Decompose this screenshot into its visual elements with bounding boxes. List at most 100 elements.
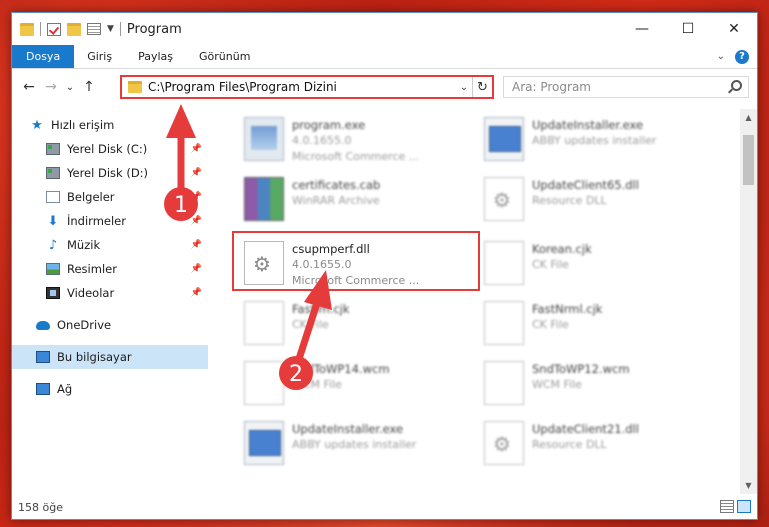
back-button[interactable]: ←	[18, 79, 40, 95]
disk-icon	[46, 143, 60, 155]
minimize-button[interactable]: —	[619, 13, 665, 45]
sidebar-item-onedrive[interactable]: OneDrive	[12, 313, 208, 337]
file-type: ABBY updates installer	[292, 438, 417, 451]
pin-icon[interactable]: 📌	[191, 240, 202, 250]
window-title: Program	[126, 21, 182, 37]
file-icon	[484, 361, 524, 405]
file-type: CK File	[532, 258, 569, 271]
pin-icon[interactable]: 📌	[191, 264, 202, 274]
file-item[interactable]: program.exe 4.0.1655.0 Microsoft Commerc…	[238, 115, 468, 175]
file-item[interactable]: FastIm.cjk CK File	[238, 299, 468, 359]
file-item[interactable]: UpdateInstaller.exe ABBY updates install…	[478, 115, 708, 175]
tab-share[interactable]: Paylaş	[125, 45, 186, 68]
chevron-down-icon[interactable]: ⌄	[717, 51, 725, 62]
tab-view[interactable]: Görünüm	[186, 45, 263, 68]
music-icon: ♪	[48, 237, 58, 253]
disk-icon	[46, 167, 60, 179]
properties-icon[interactable]	[87, 23, 101, 35]
file-name: UpdateClient65.dll	[532, 178, 639, 192]
file-item[interactable]: certificates.cab WinRAR Archive	[238, 175, 468, 235]
sidebar-item-network[interactable]: Ağ	[12, 377, 208, 401]
sidebar-item-local-disk-d[interactable]: Yerel Disk (D:) 📌	[12, 161, 208, 185]
address-dropdown-button[interactable]: ⌄	[456, 82, 472, 93]
sidebar-item-label: Müzik	[67, 238, 101, 252]
scroll-down-icon[interactable]: ▼	[740, 477, 757, 494]
sidebar-item-quick-access[interactable]: ★ Hızlı erişim	[12, 113, 208, 137]
file-type: Resource DLL	[532, 438, 607, 451]
refresh-button[interactable]: ↻	[472, 77, 492, 97]
file-company: Microsoft Commerce ...	[292, 150, 420, 163]
file-item[interactable]: UpdateInstaller.exe ABBY updates install…	[238, 419, 468, 479]
new-folder-icon[interactable]	[67, 22, 81, 36]
up-button[interactable]: ↑	[78, 79, 100, 95]
properties-check-icon[interactable]	[47, 22, 61, 36]
tab-file[interactable]: Dosya	[12, 45, 75, 68]
quick-access-toolbar: ▼	[12, 22, 121, 36]
tab-home[interactable]: Giriş	[74, 45, 125, 68]
installer-icon	[484, 117, 524, 161]
pictures-icon	[46, 263, 60, 275]
folder-icon	[128, 81, 142, 93]
customize-toolbar-chevron-icon[interactable]: ▼	[107, 24, 114, 34]
vertical-scrollbar[interactable]: ▲ ▼	[740, 109, 757, 494]
exe-icon	[244, 117, 284, 161]
sidebar-item-label: İndirmeler	[67, 214, 126, 228]
file-icon	[484, 241, 524, 285]
file-item[interactable]: SndToWP14.wcm WCM File	[238, 359, 468, 419]
toolbar-separator	[40, 22, 41, 36]
file-type: WCM File	[292, 378, 342, 391]
sidebar-item-label: Videolar	[67, 286, 115, 300]
search-placeholder: Ara: Program	[512, 80, 591, 94]
sidebar-item-documents[interactable]: Belgeler 📌	[12, 185, 208, 209]
maximize-button[interactable]: ☐	[665, 13, 711, 45]
file-icon	[244, 301, 284, 345]
sidebar-item-pictures[interactable]: Resimler 📌	[12, 257, 208, 281]
sidebar-item-label: Yerel Disk (D:)	[67, 166, 149, 180]
sidebar-item-local-disk-c[interactable]: Yerel Disk (C:) 📌	[12, 137, 208, 161]
file-list: program.exe 4.0.1655.0 Microsoft Commerc…	[208, 109, 743, 494]
address-path[interactable]: C:\Program Files\Program Dizini	[148, 80, 456, 94]
file-item[interactable]: UpdateClient65.dll Resource DLL	[478, 175, 708, 235]
sidebar-item-this-pc[interactable]: Bu bilgisayar	[12, 345, 208, 369]
file-name: Korean.cjk	[532, 242, 592, 256]
ribbon-tabs: Dosya Giriş Paylaş Görünüm ⌄ ?	[12, 45, 757, 69]
sidebar-item-music[interactable]: ♪ Müzik 📌	[12, 233, 208, 257]
view-toggles	[720, 500, 751, 513]
search-icon[interactable]	[731, 80, 742, 91]
dll-icon	[484, 177, 524, 221]
file-item[interactable]: UpdateClient21.dll Resource DLL	[478, 419, 708, 479]
details-view-icon[interactable]	[720, 500, 734, 513]
sidebar-item-videos[interactable]: Videolar 📌	[12, 281, 208, 305]
dll-icon	[484, 421, 524, 465]
file-name: FastIm.cjk	[292, 302, 350, 316]
sidebar-item-label: Yerel Disk (C:)	[67, 142, 148, 156]
pin-icon[interactable]: 📌	[191, 216, 202, 226]
computer-icon	[36, 351, 50, 363]
file-icon	[484, 301, 524, 345]
search-input[interactable]: Ara: Program	[503, 76, 749, 98]
sidebar-item-label: Resimler	[67, 262, 117, 276]
pin-icon[interactable]: 📌	[191, 144, 202, 154]
file-item[interactable]: SndToWP12.wcm WCM File	[478, 359, 708, 419]
ribbon-right-controls: ⌄ ?	[717, 45, 757, 68]
sidebar-item-label: OneDrive	[57, 318, 112, 332]
folder-icon[interactable]	[20, 22, 34, 36]
recent-locations-button[interactable]: ⌄	[62, 82, 78, 93]
file-icon	[244, 361, 284, 405]
pin-icon[interactable]: 📌	[191, 192, 202, 202]
forward-button[interactable]: →	[40, 79, 62, 95]
toolbar-separator	[119, 22, 121, 36]
scroll-up-icon[interactable]: ▲	[740, 109, 757, 126]
file-item[interactable]: FastNrml.cjk CK File	[478, 299, 708, 359]
pin-icon[interactable]: 📌	[191, 168, 202, 178]
title-bar: ▼ Program — ☐ ✕	[12, 13, 757, 45]
tiles-view-icon[interactable]	[737, 500, 751, 513]
pin-icon[interactable]: 📌	[191, 288, 202, 298]
file-name: SndToWP14.wcm	[292, 362, 390, 376]
scroll-thumb[interactable]	[743, 135, 754, 185]
sidebar-item-downloads[interactable]: ⬇ İndirmeler 📌	[12, 209, 208, 233]
help-icon[interactable]: ?	[735, 49, 749, 64]
address-bar[interactable]: C:\Program Files\Program Dizini ⌄ ↻	[120, 75, 494, 99]
file-item[interactable]: Korean.cjk CK File	[478, 239, 708, 299]
close-button[interactable]: ✕	[711, 13, 757, 45]
